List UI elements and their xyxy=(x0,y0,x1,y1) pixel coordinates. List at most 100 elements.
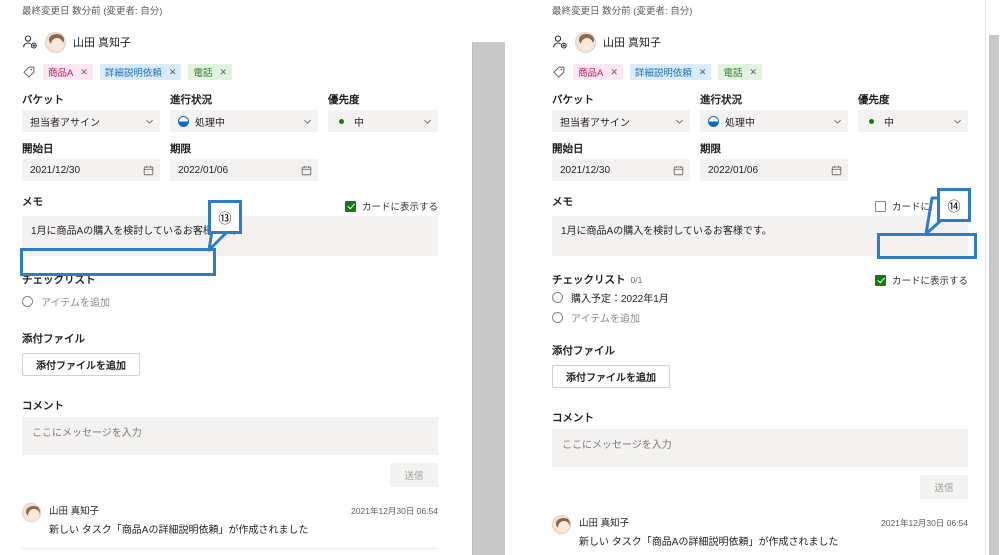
priority-dropdown[interactable]: 中 xyxy=(858,110,968,132)
checkbox-empty-icon[interactable] xyxy=(874,200,886,212)
avatar xyxy=(45,31,66,53)
field-row-dates: 開始日 2021/12/30 期限 2022/01/06 xyxy=(22,141,438,181)
send-button[interactable]: 送信 xyxy=(920,475,968,499)
checklist-show-on-card-checkbox[interactable]: カードに表示する xyxy=(874,273,968,287)
chevron-down-icon xyxy=(953,117,962,126)
comments-label: コメント xyxy=(22,400,64,412)
person-add-icon[interactable] xyxy=(552,34,568,50)
activity-divider xyxy=(22,548,438,549)
chevron-down-icon xyxy=(423,117,432,126)
due-date-input[interactable]: 2022/01/06 xyxy=(700,159,848,181)
half-filled-circle-icon xyxy=(178,115,189,127)
task-detail-panel-right: 最終変更日 数分前 (変更者: 自分) 山田 真知子 商品A ✕ 詳細説明依頼 … xyxy=(530,0,990,555)
comments-label: コメント xyxy=(552,412,594,424)
activity-text: 新しい タスク「商品Aの詳細説明依頼」が作成されました xyxy=(579,537,839,548)
due-date-field: 期限 2022/01/06 xyxy=(700,141,848,181)
checklist-item[interactable]: 購入予定：2022年1月 xyxy=(552,287,968,307)
checkbox-checked-icon[interactable] xyxy=(344,200,356,212)
memo-label: メモ xyxy=(552,196,573,208)
avatar xyxy=(552,515,571,534)
avatar xyxy=(22,503,41,522)
checkbox-empty-icon[interactable] xyxy=(22,295,33,307)
due-date-value: 2022/01/06 xyxy=(708,164,759,176)
tag-chip[interactable]: 電話 ✕ xyxy=(718,64,763,80)
comment-input[interactable]: ここにメッセージを入力 xyxy=(552,429,968,467)
calendar-icon[interactable] xyxy=(143,165,154,176)
priority-dropdown[interactable]: 中 xyxy=(328,110,438,132)
add-attachment-button[interactable]: 添付ファイルを追加 xyxy=(552,365,670,388)
checklist-add-item-placeholder: アイテムを追加 xyxy=(571,313,640,325)
assignee-row[interactable]: 山田 真知子 xyxy=(22,30,438,54)
close-icon[interactable]: ✕ xyxy=(749,67,757,77)
checkbox-empty-icon[interactable] xyxy=(552,291,563,303)
progress-dropdown[interactable]: 処理中 xyxy=(170,110,318,132)
bucket-dropdown[interactable]: 担当者アサイン xyxy=(552,110,690,132)
close-icon[interactable]: ✕ xyxy=(169,67,177,77)
add-attachment-button[interactable]: 添付ファイルを追加 xyxy=(22,353,140,376)
attachment-button-wrap: 添付ファイルを追加 xyxy=(22,353,438,376)
send-button[interactable]: 送信 xyxy=(390,463,438,487)
checklist-count: 0/1 xyxy=(630,275,643,285)
priority-dot-icon xyxy=(339,118,344,124)
bucket-field: バケット 担当者アサイン xyxy=(552,92,690,132)
priority-value: 中 xyxy=(354,117,364,129)
start-date-value: 2021/12/30 xyxy=(30,164,81,176)
checkbox-checked-icon[interactable] xyxy=(874,274,886,286)
bucket-dropdown[interactable]: 担当者アサイン xyxy=(22,110,160,132)
tag-chip[interactable]: 電話 ✕ xyxy=(188,64,233,80)
send-button-wrap: 送信 xyxy=(552,475,968,499)
assignee-row[interactable]: 山田 真知子 xyxy=(552,30,968,54)
bucket-value: 担当者アサイン xyxy=(560,117,630,129)
calendar-icon[interactable] xyxy=(831,165,842,176)
task-detail-panel-left: 最終変更日 数分前 (変更者: 自分) 山田 真知子 商品A ✕ 詳細説明依頼 … xyxy=(0,0,460,555)
due-date-field: 期限 2022/01/06 xyxy=(170,141,318,181)
activity-timestamp: 2021年12月30日 06:54 xyxy=(881,518,968,528)
checklist-label: チェックリスト xyxy=(22,274,96,286)
priority-field: 優先度 中 xyxy=(858,92,968,132)
due-date-value: 2022/01/06 xyxy=(178,164,229,176)
due-date-input[interactable]: 2022/01/06 xyxy=(170,159,318,181)
chevron-down-icon xyxy=(303,117,312,126)
checklist-label: チェックリスト xyxy=(552,274,626,286)
memo-textarea[interactable]: 1月に商品Aの購入を検討しているお客様です。 xyxy=(552,216,968,256)
progress-dropdown[interactable]: 処理中 xyxy=(700,110,848,132)
tag-label: 電話 xyxy=(193,68,213,79)
attachment-button-wrap: 添付ファイルを追加 xyxy=(552,365,968,388)
due-date-label: 期限 xyxy=(700,143,721,155)
close-icon[interactable]: ✕ xyxy=(80,67,88,77)
checklist-add-item-field[interactable]: アイテムを追加 xyxy=(22,291,438,311)
tag-label: 商品A xyxy=(48,68,74,79)
person-add-icon[interactable] xyxy=(22,34,38,50)
close-icon[interactable]: ✕ xyxy=(699,67,707,77)
tags-row: 商品A ✕ 詳細説明依頼 ✕ 電話 ✕ xyxy=(22,64,438,80)
start-date-input[interactable]: 2021/12/30 xyxy=(22,159,160,181)
checkbox-empty-icon[interactable] xyxy=(552,311,563,323)
start-date-field: 開始日 2021/12/30 xyxy=(22,141,160,181)
close-icon[interactable]: ✕ xyxy=(219,67,227,77)
close-icon[interactable]: ✕ xyxy=(610,67,618,77)
field-row-dates: 開始日 2021/12/30 期限 2022/01/06 xyxy=(552,141,968,181)
comment-input[interactable]: ここにメッセージを入力 xyxy=(22,417,438,455)
progress-value: 処理中 xyxy=(195,117,225,129)
memo-label: メモ xyxy=(22,196,43,208)
checklist-add-item-field[interactable]: アイテムを追加 xyxy=(552,307,968,327)
calendar-icon[interactable] xyxy=(673,165,684,176)
panel-scrollbar-right[interactable] xyxy=(989,35,999,555)
panel-scrollbar-middle[interactable] xyxy=(472,42,505,555)
activity-author: 山田 真知子 xyxy=(579,518,630,529)
tag-label: 商品A xyxy=(578,68,604,79)
tag-chip[interactable]: 商品A ✕ xyxy=(573,64,623,80)
tag-chip[interactable]: 商品A ✕ xyxy=(43,64,93,80)
chevron-down-icon xyxy=(145,117,154,126)
start-date-input[interactable]: 2021/12/30 xyxy=(552,159,690,181)
last-modified-text: 最終変更日 数分前 (変更者: 自分) xyxy=(552,6,693,17)
calendar-icon[interactable] xyxy=(301,165,312,176)
tag-chip[interactable]: 詳細説明依頼 ✕ xyxy=(629,64,712,80)
priority-label: 優先度 xyxy=(328,94,360,106)
avatar xyxy=(575,31,596,53)
tag-chip[interactable]: 詳細説明依頼 ✕ xyxy=(99,64,182,80)
bucket-label: バケット xyxy=(552,94,594,106)
memo-show-on-card-checkbox[interactable]: カードに表示する xyxy=(344,199,438,213)
priority-field: 優先度 中 xyxy=(328,92,438,132)
annotation-callout-left: ⑬ xyxy=(208,200,242,234)
